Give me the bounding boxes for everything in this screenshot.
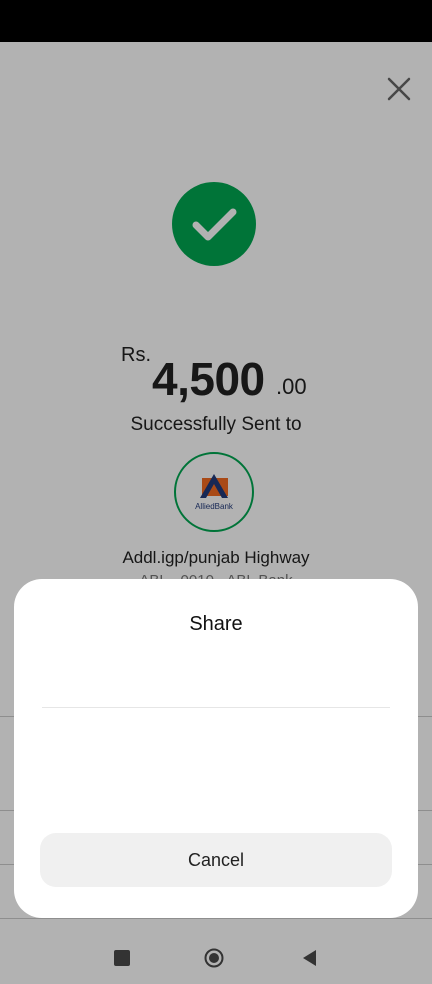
cancel-button[interactable]: Cancel — [40, 833, 392, 887]
screen: Rs. 4,500 .00 Successfully Sent to Allie… — [0, 0, 432, 984]
recents-icon[interactable] — [114, 950, 130, 966]
share-sheet: Share Cancel — [14, 579, 418, 918]
back-icon[interactable] — [300, 948, 318, 968]
share-title: Share — [189, 613, 243, 635]
system-nav-bar — [0, 930, 432, 984]
share-divider — [42, 707, 390, 708]
home-icon[interactable] — [204, 948, 224, 968]
status-bar — [0, 0, 432, 42]
